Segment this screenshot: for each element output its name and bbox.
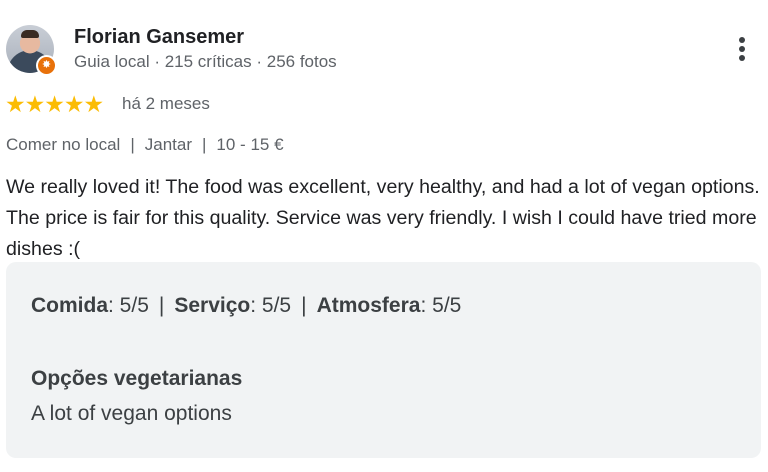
tag-price: 10 - 15 € [216,135,284,154]
review-tags: Comer no local | Jantar | 10 - 15 € [6,135,284,155]
avatar-hair [21,30,39,38]
vegetarian-options-heading: Opções vegetarianas [31,367,243,390]
atmosphere-label: Atmosfera [316,294,421,317]
atmosphere-value: : 5/5 [420,294,462,317]
review-date: há 2 meses [122,94,210,113]
more-dot-icon [739,46,745,52]
review-text: We really loved it! The food was excelle… [6,176,760,260]
author-meta[interactable]: Guia local · 215 críticas · 256 fotos [74,52,337,72]
attribute-ratings: Comida: 5/5 | Serviço: 5/5 | Atmosfera: 5/5 [31,294,461,318]
tag-meal: Jantar [144,135,192,154]
local-guide-badge-icon: ✸ [36,55,57,76]
review-card: ✸ Florian Gansemer Guia local · 215 crít… [0,0,768,472]
more-dot-icon [739,55,745,61]
star-rating: ★★★★★ [5,91,104,117]
food-label: Comida [31,294,109,317]
tag-separator: | [130,135,135,154]
more-options-button[interactable] [728,34,756,66]
attributes-box: Comida: 5/5 | Serviço: 5/5 | Atmosfera: 5/5 … [6,262,761,458]
author-name[interactable]: Florian Gansemer [74,26,244,49]
rating-separator: | [301,294,307,317]
tag-service: Comer no local [6,135,121,154]
vegetarian-options-value: A lot of vegan options [31,402,232,425]
service-label: Serviço [174,294,251,317]
rating-separator: | [158,294,165,317]
tag-separator: | [202,135,207,154]
service-value: : 5/5 [250,294,292,317]
more-dot-icon [739,37,745,43]
food-value: : 5/5 [108,294,149,317]
